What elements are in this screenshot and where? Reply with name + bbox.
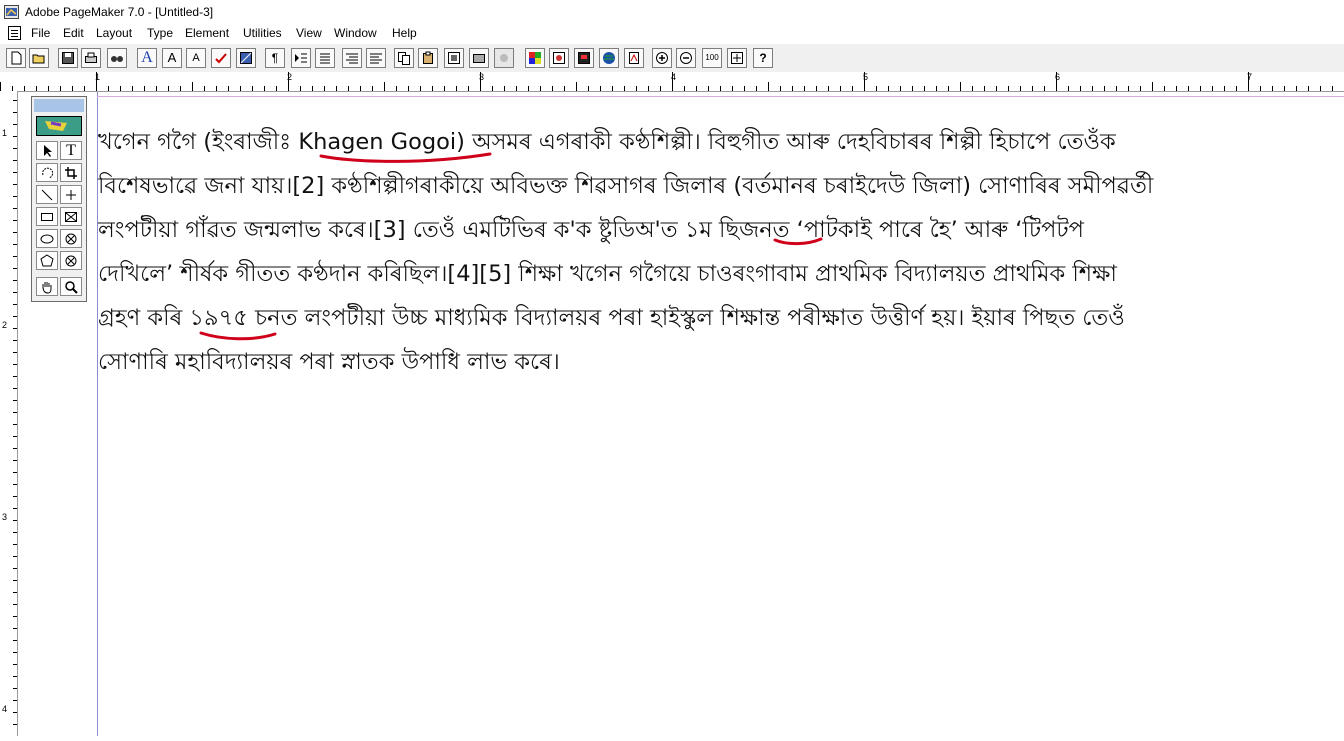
menu-type[interactable]: Type [147,26,173,40]
indent-icon[interactable] [291,48,311,68]
toolbox-title-bar[interactable] [34,99,84,112]
open-icon[interactable] [29,48,49,68]
annotation-underline [773,237,823,246]
menu-help[interactable]: Help [392,26,417,40]
top-margin-guide [97,96,1344,97]
rotate-tool[interactable] [36,163,58,182]
ruler-h-label: 7 [1247,72,1253,82]
menu-view[interactable]: View [296,26,322,40]
text-line: খগেন গগৈ (ইংৰাজীঃ Khagen Gogoi) অসমৰ এগৰ… [98,129,1116,155]
crop-tool[interactable] [60,163,82,182]
text-line: সোণাৰি মহাবিদ্যালয়ৰ পৰা স্নাতক উপাধি লা… [98,349,560,375]
export-icon[interactable] [574,48,594,68]
zoom-out-icon[interactable] [676,48,696,68]
toolbox-palette[interactable]: T [31,96,87,302]
pagemaker-app-icon [4,5,19,19]
menu-file[interactable]: File [31,26,50,40]
menu-edit[interactable]: Edit [63,26,84,40]
spell-check-icon[interactable] [211,48,231,68]
link-icon[interactable] [494,48,514,68]
text-line: বিশেষভাৱে জনা যায়।[2] কণ্ঠশিল্পীগৰাকীয়… [98,173,1154,199]
paragraph-icon[interactable]: ¶ [265,48,285,68]
menu-element[interactable]: Element [185,26,229,40]
document-text-block[interactable]: খগেন গগৈ (ইংৰাজীঃ Khagen Gogoi) অসমৰ এগৰ… [98,120,1344,384]
pointer-tool[interactable] [36,141,58,160]
ellipse-frame-tool[interactable] [60,229,82,248]
ruler-h-label: 2 [287,72,293,82]
font-icon[interactable]: A [137,48,157,68]
hand-tool[interactable] [36,277,58,296]
outdent-icon[interactable] [342,48,362,68]
vertical-ruler[interactable]: 1 2 3 4 [0,91,18,737]
ruler-h-label: 3 [479,72,485,82]
vertical-ruler-ticks [13,100,17,737]
ruler-h-label: 6 [1055,72,1061,82]
line-tool[interactable] [36,185,58,204]
toolbar: A A A ¶ 100 ? [0,44,1344,73]
ruler-h-label: 4 [671,72,677,82]
copy-icon[interactable] [394,48,414,68]
new-icon[interactable] [6,48,26,68]
actual-size-icon[interactable]: 100 [702,48,722,68]
find-icon[interactable] [107,48,127,68]
menu-layout[interactable]: Layout [96,26,132,40]
title-bar: Adobe PageMaker 7.0 - [Untitled-3] [0,0,1344,24]
text-tool[interactable]: T [60,141,82,160]
horizontal-ruler[interactable]: 1 2 3 4 5 6 7 [0,72,1344,92]
frame-icon[interactable] [444,48,464,68]
zoom-tool[interactable] [60,277,82,296]
ruler-v-label: 3 [2,512,8,522]
annotation-underline [199,331,277,341]
rectangle-tool[interactable] [36,207,58,226]
indent-right-icon[interactable] [366,48,386,68]
window-title: Adobe PageMaker 7.0 - [Untitled-3] [25,5,214,19]
ruler-h-label: 5 [863,72,869,82]
print-icon[interactable] [81,48,101,68]
menu-window[interactable]: Window [334,26,377,40]
document-menu-icon[interactable] [8,26,21,40]
fill-icon[interactable] [236,48,256,68]
ruler-h-label: 1 [95,72,101,82]
constrained-line-tool[interactable] [60,185,82,204]
help-icon[interactable]: ? [753,48,773,68]
menu-bar: File Edit Layout Type Element Utilities … [0,24,1344,44]
ruler-v-label: 2 [2,320,8,330]
text-line: লংপটীয়া গাঁৱত জন্মলাভ কৰে।[3] তেওঁ এমটি… [98,217,1084,243]
font-size-up-icon[interactable]: A [162,48,182,68]
save-icon[interactable] [58,48,78,68]
toolbox-preview-icon [36,116,82,136]
ellipse-tool[interactable] [36,229,58,248]
text-line: গ্ৰহণ কৰি ১৯৭৫ চনত লংপটীয়া উচ্চ মাধ্যমি… [98,305,1125,331]
polygon-frame-tool[interactable] [60,251,82,270]
image-icon[interactable] [469,48,489,68]
ruler-v-label: 1 [2,128,8,138]
ruler-v-label: 4 [2,704,8,714]
color-icon[interactable] [525,48,545,68]
pdf-icon[interactable] [624,48,644,68]
paste-icon[interactable] [418,48,438,68]
menu-utilities[interactable]: Utilities [243,26,282,40]
fit-icon[interactable] [727,48,747,68]
polygon-tool[interactable] [36,251,58,270]
text-line: দেখিলে’ শীৰ্ষক গীতত কণ্ঠদান কৰিছিল।[4][5… [98,261,1117,287]
place-icon[interactable] [549,48,569,68]
globe-icon[interactable] [599,48,619,68]
font-size-down-icon[interactable]: A [186,48,206,68]
zoom-in-icon[interactable] [652,48,672,68]
list-icon[interactable] [315,48,335,68]
annotation-underline [319,152,492,163]
rectangle-frame-tool[interactable] [60,207,82,226]
